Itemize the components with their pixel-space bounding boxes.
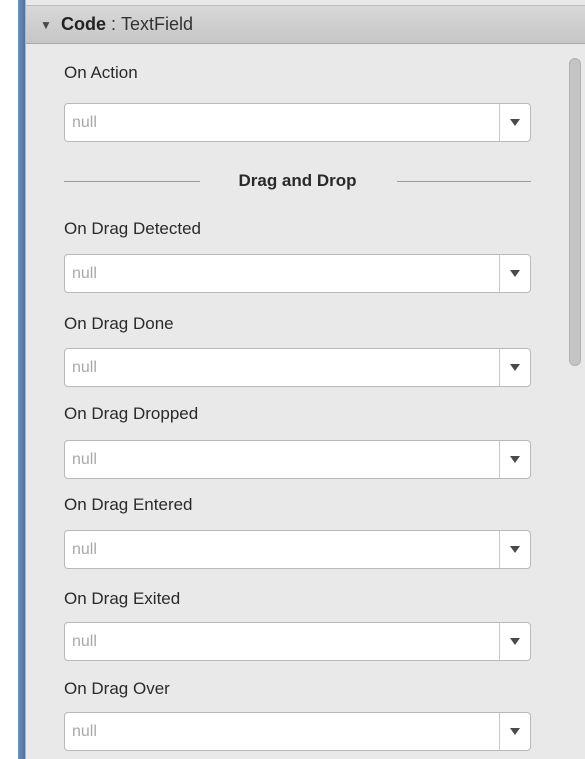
code-section-header[interactable]: ▼ Code : TextField (26, 5, 585, 44)
on-drag-entered-combo[interactable]: null (64, 530, 531, 569)
scrollbar-thumb[interactable] (569, 58, 581, 366)
on-drag-done-dropdown-button[interactable] (499, 349, 530, 386)
on-drag-dropped-dropdown-button[interactable] (499, 441, 530, 478)
on-drag-entered-label: On Drag Entered (64, 495, 193, 514)
on-drag-entered-dropdown-button[interactable] (499, 531, 530, 568)
on-drag-done-input[interactable]: null (65, 359, 499, 377)
on-drag-done-combo[interactable]: null (64, 348, 531, 387)
on-drag-over-label: On Drag Over (64, 679, 170, 698)
inspector-panel: ▼ Code : TextField On Action null Drag a… (25, 0, 585, 759)
on-drag-detected-input[interactable]: null (65, 265, 499, 283)
on-drag-exited-dropdown-button[interactable] (499, 623, 530, 660)
window-edge (0, 0, 18, 759)
on-drag-detected-combo[interactable]: null (64, 254, 531, 293)
on-drag-exited-label: On Drag Exited (64, 589, 181, 608)
chevron-down-icon (510, 364, 520, 371)
on-drag-dropped-input[interactable]: null (65, 451, 499, 469)
on-drag-dropped-label: On Drag Dropped (64, 404, 199, 423)
on-drag-detected-label: On Drag Detected (64, 219, 202, 238)
vertical-scrollbar[interactable] (564, 44, 585, 759)
on-drag-exited-combo[interactable]: null (64, 622, 531, 661)
on-drag-over-input[interactable]: null (65, 723, 499, 741)
chevron-down-icon (510, 728, 520, 735)
panel-accent-bar (18, 0, 25, 759)
on-drag-over-dropdown-button[interactable] (499, 713, 530, 750)
chevron-down-icon (510, 270, 520, 277)
on-action-label: On Action (64, 63, 138, 82)
divider-line-right (397, 181, 531, 182)
on-drag-entered-input[interactable]: null (65, 541, 499, 559)
section-subtitle: TextField (121, 14, 194, 34)
chevron-down-icon (510, 638, 520, 645)
on-drag-dropped-combo[interactable]: null (64, 440, 531, 479)
title-separator: : (111, 14, 117, 34)
on-action-combo[interactable]: null (64, 103, 531, 142)
chevron-down-icon (510, 119, 520, 126)
on-drag-done-label: On Drag Done (64, 314, 174, 333)
drag-and-drop-divider: Drag and Drop (64, 169, 531, 193)
on-drag-over-combo[interactable]: null (64, 712, 531, 751)
chevron-down-icon (510, 456, 520, 463)
collapse-triangle-icon[interactable]: ▼ (40, 18, 52, 32)
section-title: Code (61, 14, 106, 34)
on-drag-detected-dropdown-button[interactable] (499, 255, 530, 292)
on-action-input[interactable]: null (65, 114, 499, 132)
on-action-dropdown-button[interactable] (499, 104, 530, 141)
chevron-down-icon (510, 546, 520, 553)
on-drag-exited-input[interactable]: null (65, 633, 499, 651)
code-properties: On Action null Drag and Drop On Drag Det… (26, 44, 564, 759)
